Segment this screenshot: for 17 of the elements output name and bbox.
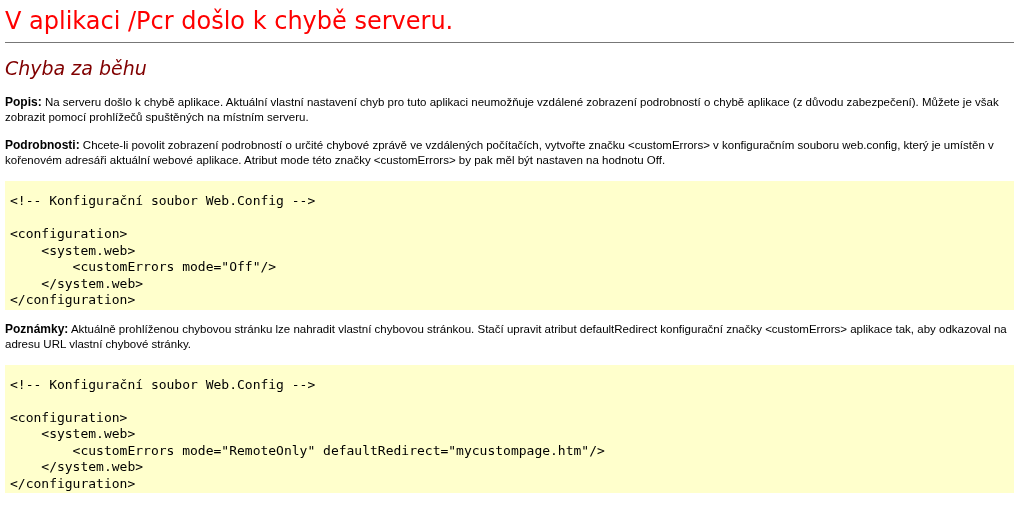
section-heading: Chyba za běhu <box>5 57 148 79</box>
code-line: <system.web> <box>40 426 137 443</box>
code-line: <configuration> <box>10 226 129 243</box>
code-line: </configuration> <box>10 475 137 492</box>
code-comment: <!-- Konfigurační soubor Web.Config --> <box>10 193 317 210</box>
paragraph: Podrobnosti: Chcete-li povolit zobrazení podrobností o určité chybové zprávě ve vzdálených počítačích, vytvořte značku <customErrors> v konfiguračním souboru web.config, který je umístěn v kořenovém adresáři aktuální webové aplikace. Atribut mode této značky <customErrors> by pak měl být nastaven na hodnotu Off. <box>5 138 995 168</box>
code-comment: <!-- Konfigurační soubor Web.Config --> <box>10 376 317 393</box>
paragraph: Poznámky: Aktuálně prohlíženou chybovou stránku lze nahradit vlastní chybovou stránkou. Stačí upravit atribut defaultRedirect konfigurační značky <customErrors> aplikace tak, aby odkazoval na adresu URL vlastní chybové stránky. <box>5 321 1008 352</box>
code-line: <customErrors mode="RemoteOnly" defaultRedirect="mycustompage.htm"/> <box>71 442 606 459</box>
code-line: </configuration> <box>10 292 137 309</box>
page-title: V aplikaci /Pcr došlo k chybě serveru. <box>5 6 455 36</box>
code-line: <customErrors mode="Off"/> <box>71 259 278 276</box>
code-line: <system.web> <box>40 242 137 259</box>
code-line: </system.web> <box>40 459 145 476</box>
code-line: </system.web> <box>40 275 145 292</box>
paragraph: Popis: Na serveru došlo k chybě aplikace. Aktuální vlastní nastavení chyb pro tuto aplikaci neumožňuje vzdálené zobrazení podrobností o chybě aplikace (z důvodu zabezpečení). Můžete je však zobrazit pomocí prohlížečů spuštěných na místním serveru. <box>5 95 1000 125</box>
code-line: <configuration> <box>10 409 129 426</box>
